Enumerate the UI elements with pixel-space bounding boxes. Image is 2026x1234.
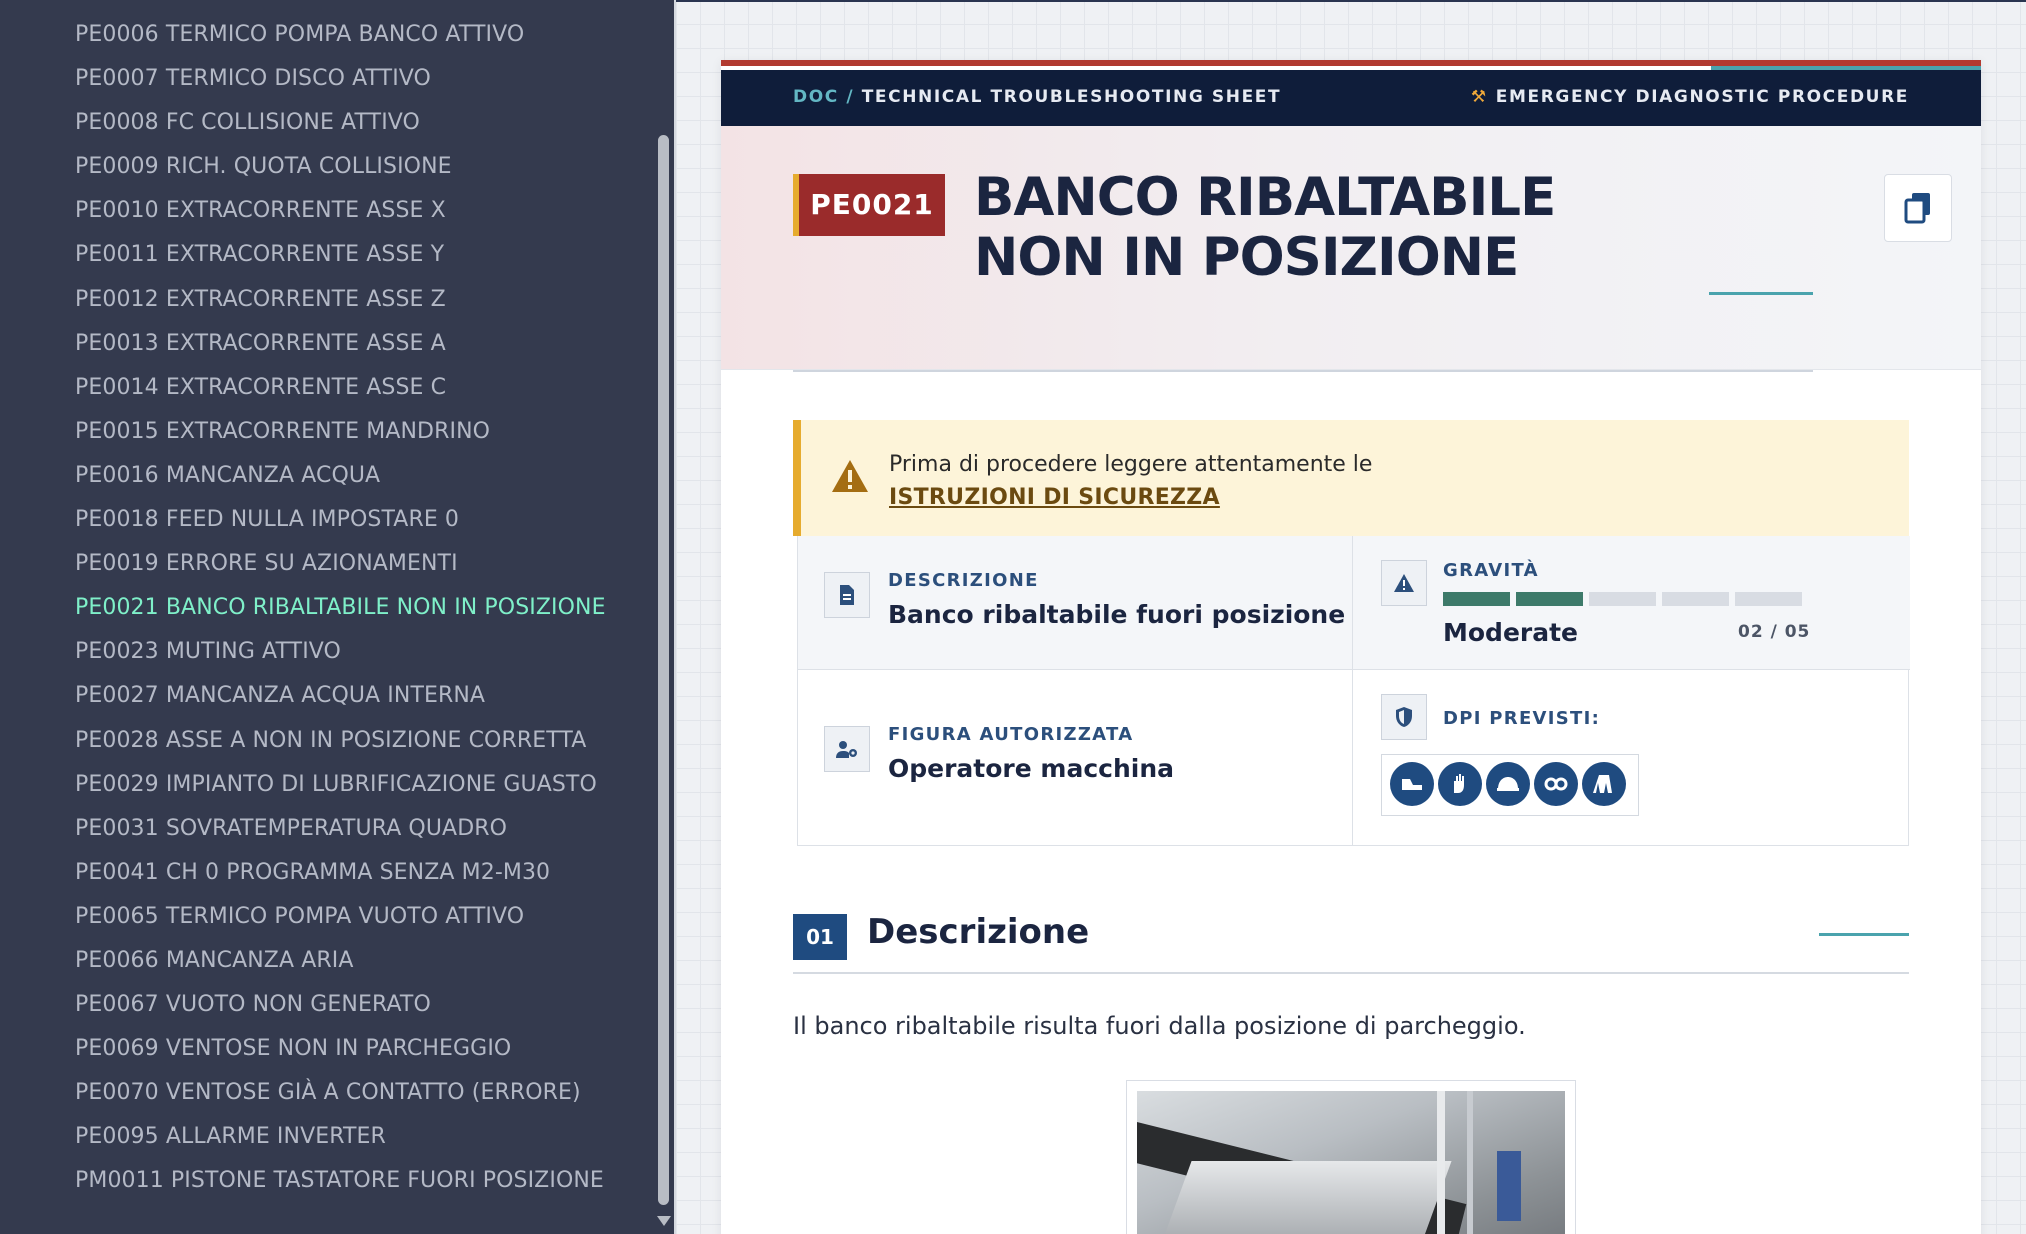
sidebar-item[interactable]: PE0018 FEED NULLA IMPOSTARE 0 [0, 503, 653, 547]
section-body: Il banco ribaltabile risulta fuori dalla… [793, 1012, 1526, 1040]
alarm-code-badge: PE0021 [793, 174, 945, 236]
sidebar-item[interactable]: PE0012 EXTRACORRENTE ASSE Z [0, 283, 653, 327]
sidebar-item[interactable]: PE0023 MUTING ATTIVO [0, 635, 653, 679]
info-dpi: DPI PREVISTI: [1353, 670, 1910, 846]
photo-plate [1162, 1161, 1452, 1234]
shield-icon [1381, 694, 1427, 740]
title-rule [793, 370, 1813, 372]
sidebar-item[interactable]: PE0015 EXTRACORRENTE MANDRINO [0, 415, 653, 459]
sidebar-item[interactable]: PE0095 ALLARME INVERTER [0, 1120, 653, 1164]
section-accent [1819, 933, 1909, 936]
dpi-label: DPI PREVISTI: [1443, 708, 1601, 729]
gravita-label: GRAVITÀ [1443, 560, 1539, 581]
breadcrumb-page: TECHNICAL TROUBLESHOOTING SHEET [861, 87, 1282, 107]
info-gravita: GRAVITÀ Moderate 02 / 05 [1353, 536, 1910, 670]
photo-rail-2 [1467, 1091, 1473, 1234]
descrizione-value: Banco ribaltabile fuori posizione [888, 600, 1346, 629]
sidebar-item[interactable]: PE0070 VENTOSE GIÀ A CONTATTO (ERRORE) [0, 1076, 653, 1120]
warning-text: Prima di procedere leggere attentamente … [889, 448, 1372, 514]
main-content: DOC / TECHNICAL TROUBLESHOOTING SHEET ⚒ E… [676, 0, 2026, 1234]
top-rule [676, 0, 2026, 2]
procedure-text: EMERGENCY DIAGNOSTIC PROCEDURE [1495, 87, 1909, 107]
alarm-list: PE0006 TERMICO POMPA BANCO ATTIVO PE0007 … [0, 0, 653, 1209]
descrizione-label: DESCRIZIONE [888, 570, 1039, 591]
sidebar-item[interactable]: PE0006 TERMICO POMPA BANCO ATTIVO [0, 18, 653, 62]
safety-shoes-icon [1390, 762, 1434, 806]
sidebar-item[interactable]: PE0067 VUOTO NON GENERATO [0, 988, 653, 1032]
title-accent [1709, 292, 1813, 295]
breadcrumb: DOC / TECHNICAL TROUBLESHOOTING SHEET [793, 87, 1281, 107]
sheet-topbar: DOC / TECHNICAL TROUBLESHOOTING SHEET ⚒ E… [721, 70, 1981, 126]
machine-photo [1126, 1080, 1576, 1234]
severity-segment [1516, 592, 1583, 606]
info-descrizione: DESCRIZIONE Banco ribaltabile fuori posi… [798, 536, 1353, 670]
warning-message: Prima di procedere leggere attentamente … [889, 452, 1373, 477]
sidebar-item[interactable]: PE0029 IMPIANTO DI LUBRIFICAZIONE GUASTO [0, 768, 653, 812]
sidebar-item[interactable]: PE0016 MANCANZA ACQUA [0, 459, 653, 503]
section-number: 01 [793, 914, 847, 960]
sidebar-item[interactable]: PE0009 RICH. QUOTA COLLISIONE [0, 150, 653, 194]
sidebar-item[interactable]: PE0019 ERRORE SU AZIONAMENTI [0, 547, 653, 591]
gloves-icon [1438, 762, 1482, 806]
ppe-icons [1381, 754, 1639, 816]
sidebar-item[interactable]: PE0008 FC COLLISIONE ATTIVO [0, 106, 653, 150]
sidebar-item[interactable]: PE0007 TERMICO DISCO ATTIVO [0, 62, 653, 106]
section-title: Descrizione [867, 912, 1090, 952]
document-icon [824, 572, 870, 618]
goggles-icon [1534, 762, 1578, 806]
alert-icon [1381, 560, 1427, 606]
sidebar-item[interactable]: PE0066 MANCANZA ARIA [0, 944, 653, 988]
sidebar-item[interactable]: PE0013 EXTRACORRENTE ASSE A [0, 327, 653, 371]
helmet-icon [1486, 762, 1530, 806]
severity-count: 02 / 05 [1738, 622, 1811, 642]
safety-instructions-link[interactable]: ISTRUZIONI DI SICUREZZA [889, 485, 1220, 510]
sidebar-item[interactable]: PE0069 VENTOSE NON IN PARCHEGGIO [0, 1032, 653, 1076]
copy-icon [1904, 193, 1930, 224]
sidebar-scrollbar[interactable] [653, 0, 674, 1234]
gravita-value: Moderate [1443, 618, 1579, 647]
coverall-icon [1582, 762, 1626, 806]
severity-segment [1735, 592, 1802, 606]
severity-segment [1589, 592, 1656, 606]
user-gear-icon [824, 726, 870, 772]
photo-image [1137, 1091, 1565, 1234]
scrollbar-thumb[interactable] [658, 135, 669, 1205]
troubleshooting-sidebar: PE0006 TERMICO POMPA BANCO ATTIVO PE0007 … [0, 0, 653, 1234]
photo-part [1497, 1151, 1521, 1221]
sidebar-item[interactable]: PM0011 PISTONE TASTATORE FUORI POSIZIONE [0, 1164, 653, 1208]
sidebar-item[interactable]: PE0041 CH 0 PROGRAMMA SENZA M2-M30 [0, 856, 653, 900]
figura-label: FIGURA AUTORIZZATA [888, 724, 1134, 745]
sidebar-item[interactable]: PE0028 ASSE A NON IN POSIZIONE CORRETTA [0, 724, 653, 768]
sidebar-item[interactable]: PE0065 TERMICO POMPA VUOTO ATTIVO [0, 900, 653, 944]
sidebar-item[interactable]: PE0011 EXTRACORRENTE ASSE Y [0, 238, 653, 282]
safety-warning: Prima di procedere leggere attentamente … [793, 420, 1909, 536]
photo-rail [1437, 1091, 1445, 1234]
sidebar-item[interactable]: PE0014 EXTRACORRENTE ASSE C [0, 371, 653, 415]
sidebar-item[interactable]: PE0027 MANCANZA ACQUA INTERNA [0, 679, 653, 723]
breadcrumb-root[interactable]: DOC / [793, 87, 854, 107]
sidebar-item[interactable]: PE0021 BANCO RIBALTABILE NON IN POSIZION… [0, 591, 653, 635]
figura-value: Operatore macchina [888, 754, 1175, 783]
section-rule [793, 972, 1909, 974]
info-figura: FIGURA AUTORIZZATA Operatore macchina [798, 670, 1353, 846]
page-title: BANCO RIBALTABILE NON IN POSIZIONE [974, 167, 1556, 288]
troubleshooting-sheet: DOC / TECHNICAL TROUBLESHOOTING SHEET ⚒ E… [721, 60, 1981, 1234]
severity-segment [1443, 592, 1510, 606]
procedure-label: ⚒ EMERGENCY DIAGNOSTIC PROCEDURE [1471, 87, 1909, 107]
info-grid: DESCRIZIONE Banco ribaltabile fuori posi… [797, 536, 1910, 846]
severity-segment [1662, 592, 1729, 606]
wrench-icon: ⚒ [1470, 87, 1488, 107]
sidebar-item[interactable]: PE0031 SOVRATEMPERATURA QUADRO [0, 812, 653, 856]
copy-button[interactable] [1884, 174, 1952, 242]
sidebar-item[interactable]: PE0010 EXTRACORRENTE ASSE X [0, 194, 653, 238]
warning-icon [832, 460, 868, 492]
sheet-hero: PE0021 BANCO RIBALTABILE NON IN POSIZION… [721, 126, 1981, 372]
scroll-down-arrow-icon[interactable] [657, 1216, 671, 1226]
